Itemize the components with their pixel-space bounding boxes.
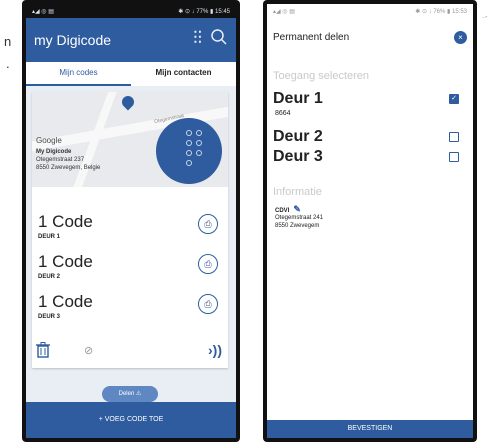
code-row-deur-1[interactable]: 1 Code DEUR 1 ⎙ [38,212,222,252]
pencil-icon[interactable]: ✎ [293,204,301,215]
delen-button[interactable]: Delen ⚠ [102,386,158,402]
checkbox-empty-icon[interactable] [449,132,459,142]
phone-my-digicode: ▴◢ ◎ ▤ ✱ ⊙ ↓ 77% ▮ 15:45 my Digicode ⫶⫶ … [22,0,240,442]
code-door: DEUR 3 [38,314,61,320]
code-label: 1 Code [38,212,93,231]
share-code-icon[interactable]: ⎙ [198,294,218,314]
code-label: 1 Code [38,252,93,271]
status-right: ✱ ⊙ ↓ 77% ▮ 15:45 [178,8,230,15]
door-1-label[interactable]: Deur 1 [273,90,323,108]
share-code-icon[interactable]: ⎙ [198,214,218,234]
edge-text-line1: n [4,34,12,49]
location-card: Otegemstraat Google My Digicode Otegemst… [32,92,228,368]
tab-mijn-codes[interactable]: Mijn codes [26,62,131,86]
tab-mijn-contacten[interactable]: Mijn contacten [131,62,236,86]
app-title: my Digicode [34,32,112,48]
google-logo: Google [36,136,62,145]
sound-icon[interactable]: ›)) [208,342,222,358]
phone-permanent-delen: ▴◢ ◎ ▤ ✱ ⊙ ↓ 76% ▮ 15:53 Permanent delen… [263,0,477,442]
code-door: DEUR 2 [38,274,61,280]
delen-bar: Delen ⚠ [26,386,236,402]
info-city: 8550 Zwevegem [275,223,320,229]
trash-icon[interactable] [36,342,50,362]
location-street: Otegemstraat 237 [36,157,85,163]
link-icon[interactable]: ⊘ [84,344,93,357]
keypad-icon [156,118,222,184]
door-3-label[interactable]: Deur 3 [273,148,323,166]
add-code-button[interactable]: + VOEG CODE TOE [26,402,236,438]
page-title: Permanent delen [273,32,350,43]
location-name: My Digicode [36,149,72,155]
section-toegang-selecteren: Toegang selecteren [273,70,370,82]
close-icon[interactable]: × [454,31,467,44]
checkbox-empty-icon[interactable] [449,152,459,162]
status-left: ▴◢ ◎ ▤ [273,8,295,15]
status-right: ✱ ⊙ ↓ 76% ▮ 15:53 [415,8,467,15]
status-left: ▴◢ ◎ ▤ [32,8,54,15]
app-bar: my Digicode ⫶⫶ [26,18,236,62]
map-view[interactable]: Otegemstraat Google My Digicode Otegemst… [32,92,228,187]
door-2-label[interactable]: Deur 2 [273,128,323,146]
tab-bar: Mijn codes Mijn contacten [26,62,236,86]
location-address: My Digicode Otegemstraat 237 8550 Zweveg… [36,148,100,172]
share-screen: Permanent delen × Toegang selecteren Deu… [267,18,473,438]
info-name: CDVI [275,208,290,214]
search-icon[interactable] [210,28,228,51]
info-street: Otegemstraat 241 [275,215,324,221]
info-name-row: CDVI ✎ [275,204,301,215]
share-header: Permanent delen × [267,18,473,54]
share-code-icon[interactable]: ⎙ [198,254,218,274]
status-bar: ▴◢ ◎ ▤ ✱ ⊙ ↓ 76% ▮ 15:53 [267,4,473,18]
card-actions: ⊘ ›)) [32,336,228,368]
section-informatie: Informatie [273,186,322,198]
status-bar: ▴◢ ◎ ▤ ✱ ⊙ ↓ 77% ▮ 15:45 [26,4,236,18]
code-row-deur-3[interactable]: 1 Code DEUR 3 ⎙ [38,292,222,332]
code-row-deur-2[interactable]: 1 Code DEUR 2 ⎙ [38,252,222,292]
settings-sliders-icon[interactable]: ⫶⫶ [193,28,202,49]
checkbox-checked-icon[interactable]: ✓ [449,94,459,104]
content-area: Otegemstraat Google My Digicode Otegemst… [26,86,236,388]
location-city: 8550 Zwevegem, Belgie [36,165,101,171]
code-door: DEUR 1 [38,234,61,240]
code-label: 1 Code [38,292,93,311]
edge-text-line2: . [6,56,10,71]
door-1-code: 8664 [275,110,291,117]
map-pin-icon [119,93,137,111]
confirm-button[interactable]: BEVESTIGEN [267,420,473,438]
